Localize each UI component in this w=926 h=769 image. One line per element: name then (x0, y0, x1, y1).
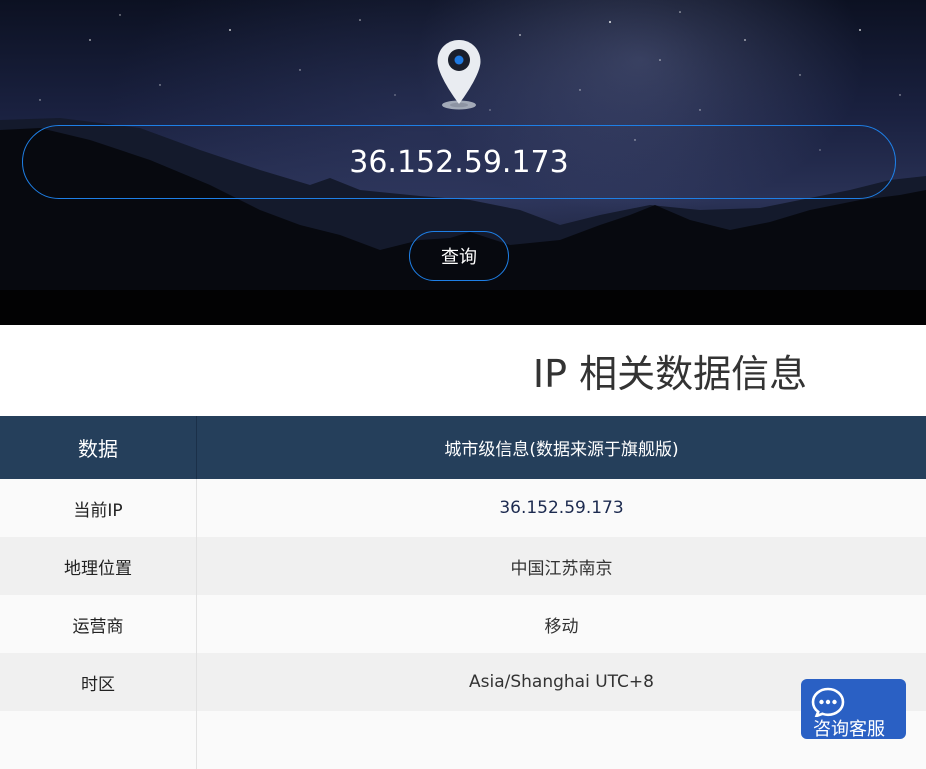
chat-bubble-icon (811, 687, 847, 717)
row-key-isp: 运营商 (0, 595, 197, 653)
row-value-isp: 移动 (197, 595, 926, 653)
row-value-location: 中国江苏南京 (197, 537, 926, 595)
ip-search-input[interactable] (22, 125, 896, 199)
ip-info-table: 数据 城市级信息(数据来源于旗舰版) 当前IP 36.152.59.173 地理… (0, 416, 926, 769)
column-header-data: 数据 (0, 416, 197, 479)
table-row: 当前IP 36.152.59.173 (0, 479, 926, 537)
hero-banner: 查询 (0, 0, 926, 325)
table-row (0, 711, 926, 769)
row-key-current-ip: 当前IP (0, 479, 197, 537)
row-value-current-ip: 36.152.59.173 (197, 479, 926, 537)
query-button[interactable]: 查询 (409, 231, 509, 281)
customer-service-button[interactable]: 咨询客服 (801, 679, 906, 739)
table-row: 运营商 移动 (0, 595, 926, 653)
customer-service-label: 咨询客服 (813, 715, 885, 739)
table-row: 时区 Asia/Shanghai UTC+8 (0, 653, 926, 711)
column-header-city-info: 城市级信息(数据来源于旗舰版) (197, 416, 926, 479)
location-pin-icon (436, 38, 482, 112)
row-key-timezone: 时区 (0, 653, 197, 711)
section-title: IP 相关数据信息 (420, 343, 920, 398)
row-key-empty (0, 711, 197, 769)
table-header-row: 数据 城市级信息(数据来源于旗舰版) (0, 416, 926, 479)
table-row: 地理位置 中国江苏南京 (0, 537, 926, 595)
row-key-location: 地理位置 (0, 537, 197, 595)
